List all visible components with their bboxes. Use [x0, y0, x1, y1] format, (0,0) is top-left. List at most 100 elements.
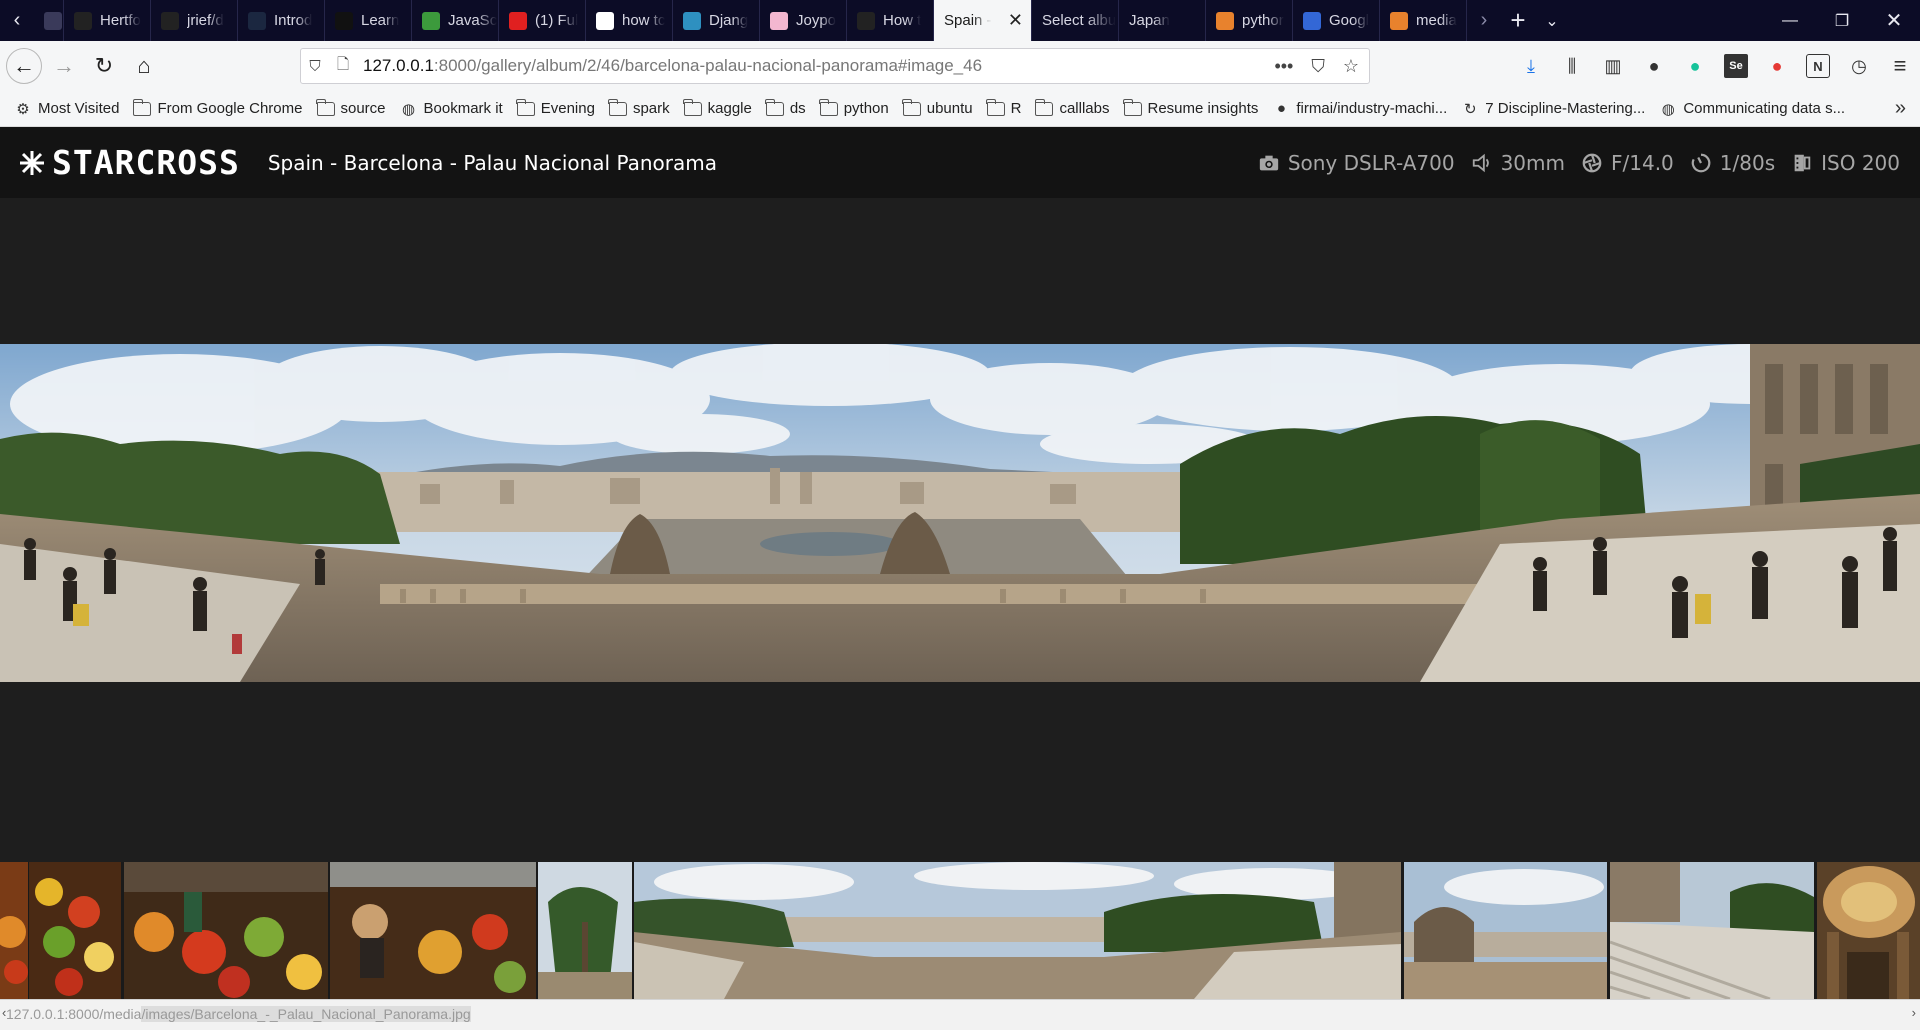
- tab-label: JavaSc: [448, 12, 498, 29]
- bookmark-item[interactable]: calllabs: [1034, 98, 1110, 117]
- starcross-logo-icon: [20, 150, 44, 175]
- grammarly-icon[interactable]: ●: [1683, 54, 1707, 78]
- tab-scroll-right-icon[interactable]: ›: [1467, 0, 1501, 41]
- menu-hamburger-icon[interactable]: ≡: [1888, 53, 1912, 78]
- django-icon: [683, 11, 701, 30]
- page-actions-icon[interactable]: •••: [1274, 56, 1293, 77]
- learn-a-icon: [335, 11, 353, 30]
- restore-icon[interactable]: ❐: [1816, 0, 1868, 41]
- bookmark-item[interactable]: From Google Chrome: [132, 98, 303, 117]
- thumbnail-photo: [0, 862, 28, 999]
- bookmark-item[interactable]: Resume insights: [1122, 98, 1258, 117]
- tab-label: Joypo: [796, 12, 837, 29]
- notion-icon[interactable]: N: [1806, 54, 1830, 78]
- tab[interactable]: Japan: [1119, 0, 1206, 41]
- tab[interactable]: Googl: [1293, 0, 1380, 41]
- focal-length-icon: [1472, 153, 1489, 172]
- navigation-bar: ← → ↻ ⌂ ⛉ 🗋 127.0.0.1:8000/gallery/album…: [0, 41, 1920, 91]
- tab[interactable]: Select albu: [1032, 0, 1119, 41]
- bookmark-item[interactable]: ⚙ Most Visited: [14, 100, 119, 118]
- thumbnail-item[interactable]: [0, 862, 28, 999]
- loading-icon: ↻: [1463, 100, 1477, 118]
- address-bar[interactable]: ⛉ 🗋 127.0.0.1:8000/gallery/album/2/46/ba…: [300, 48, 1370, 84]
- scroll-right-icon[interactable]: ›: [1912, 1005, 1916, 1020]
- stackoverflow-icon: [1390, 11, 1408, 30]
- thumbnail-item-active[interactable]: [634, 862, 1401, 999]
- thumbnail-item[interactable]: [538, 862, 632, 999]
- bookmark-item[interactable]: source: [315, 98, 386, 117]
- selenium-icon[interactable]: Se: [1724, 54, 1748, 78]
- status-url-highlight: /images/Barcelona_-_Palau_Nacional_Panor…: [141, 1006, 471, 1022]
- bookmark-item[interactable]: python: [819, 98, 889, 117]
- tab[interactable]: how tc: [586, 0, 673, 41]
- bookmark-label: From Google Chrome: [157, 100, 303, 117]
- youtube-icon: [509, 11, 527, 30]
- tab[interactable]: Joypo: [760, 0, 847, 41]
- bookmark-star-icon[interactable]: ☆: [1343, 56, 1359, 77]
- exif-shutter-value: 1/80s: [1719, 150, 1776, 175]
- bookmark-item[interactable]: ◍ Communicating data s...: [1659, 100, 1845, 118]
- aperture-icon: [1582, 153, 1602, 172]
- tab-active[interactable]: Spain - ✕: [934, 0, 1032, 41]
- thumbnail-item[interactable]: [29, 862, 121, 999]
- home-icon[interactable]: ⌂: [126, 48, 162, 84]
- brand-name: STARCROSS: [52, 143, 240, 182]
- tab-close-icon[interactable]: ✕: [1008, 10, 1023, 31]
- exif-aperture: F/14.0: [1581, 151, 1674, 175]
- bookmark-label: ds: [789, 100, 806, 117]
- reload-icon[interactable]: ↻: [86, 48, 122, 84]
- page-info-icon[interactable]: 🗋: [329, 54, 357, 79]
- bookmark-item[interactable]: ● firmai/industry-machi...: [1272, 100, 1447, 117]
- tab[interactable]: jrief/d: [151, 0, 238, 41]
- site-logo[interactable]: STARCROSS: [16, 143, 240, 182]
- thumbnail-photo: [538, 862, 632, 999]
- bookmarks-overflow-icon[interactable]: »: [1895, 97, 1906, 120]
- status-bar: ‹ 127.0.0.1:8000/media/images/Barcelona_…: [0, 999, 1920, 1030]
- tab[interactable]: Introd: [238, 0, 325, 41]
- tab-list-chevron-icon[interactable]: ⌄: [1535, 0, 1569, 41]
- account-icon[interactable]: ●: [1642, 54, 1666, 78]
- bookmark-label: Most Visited: [38, 100, 120, 117]
- tab[interactable]: JavaSc: [412, 0, 499, 41]
- forward-arrow-icon[interactable]: →: [46, 48, 82, 84]
- bookmark-item[interactable]: kaggle: [683, 98, 752, 117]
- tab-scroll-left-icon[interactable]: ‹: [0, 0, 34, 41]
- tab[interactable]: Learn: [325, 0, 412, 41]
- bookmark-item[interactable]: ds: [765, 98, 806, 117]
- bookmark-item[interactable]: ◍ Bookmark it: [400, 100, 503, 118]
- thumbnail-photo: [634, 862, 1401, 999]
- history-clock-icon[interactable]: ◷: [1847, 54, 1871, 78]
- thumbnail-item[interactable]: [1404, 862, 1607, 999]
- bookmark-item[interactable]: ↻ 7 Discipline-Mastering...: [1461, 100, 1645, 118]
- tab[interactable]: media: [1380, 0, 1467, 41]
- tab-label: Learn: [361, 12, 400, 29]
- tab[interactable]: Djang: [673, 0, 760, 41]
- thumbnail-item[interactable]: [124, 862, 328, 999]
- thumbnail-item[interactable]: [330, 862, 536, 999]
- tomato-icon[interactable]: ●: [1765, 54, 1789, 78]
- new-tab-icon[interactable]: +: [1501, 0, 1535, 41]
- bookmark-label: kaggle: [707, 100, 752, 117]
- thumbnail-item[interactable]: [1817, 862, 1920, 999]
- sidebar-icon[interactable]: ▥: [1601, 54, 1625, 78]
- bookmark-item[interactable]: spark: [608, 98, 670, 117]
- bookmark-item[interactable]: Evening: [516, 98, 595, 117]
- tab[interactable]: How t: [847, 0, 934, 41]
- url-text[interactable]: 127.0.0.1:8000/gallery/album/2/46/barcel…: [363, 56, 982, 76]
- tab[interactable]: pythor: [1206, 0, 1293, 41]
- pocket-icon[interactable]: ⛉: [1311, 56, 1325, 77]
- library-icon[interactable]: ⫼: [1560, 54, 1584, 78]
- bookmark-item[interactable]: R: [986, 98, 1021, 117]
- download-icon[interactable]: ⤓: [1519, 54, 1543, 78]
- tracking-shield-icon[interactable]: ⛉: [301, 58, 329, 75]
- minimize-icon[interactable]: —: [1764, 0, 1816, 41]
- bookmark-label: source: [340, 100, 386, 117]
- bookmark-item[interactable]: ubuntu: [902, 98, 973, 117]
- close-window-icon[interactable]: ✕: [1868, 0, 1920, 41]
- back-arrow-icon[interactable]: ←: [6, 48, 42, 84]
- tab[interactable]: g: [34, 0, 64, 41]
- tab[interactable]: Hertfo: [64, 0, 151, 41]
- tab[interactable]: (1) Ful: [499, 0, 586, 41]
- thumbnail-item[interactable]: [1610, 862, 1814, 999]
- panorama-image[interactable]: [0, 344, 1920, 682]
